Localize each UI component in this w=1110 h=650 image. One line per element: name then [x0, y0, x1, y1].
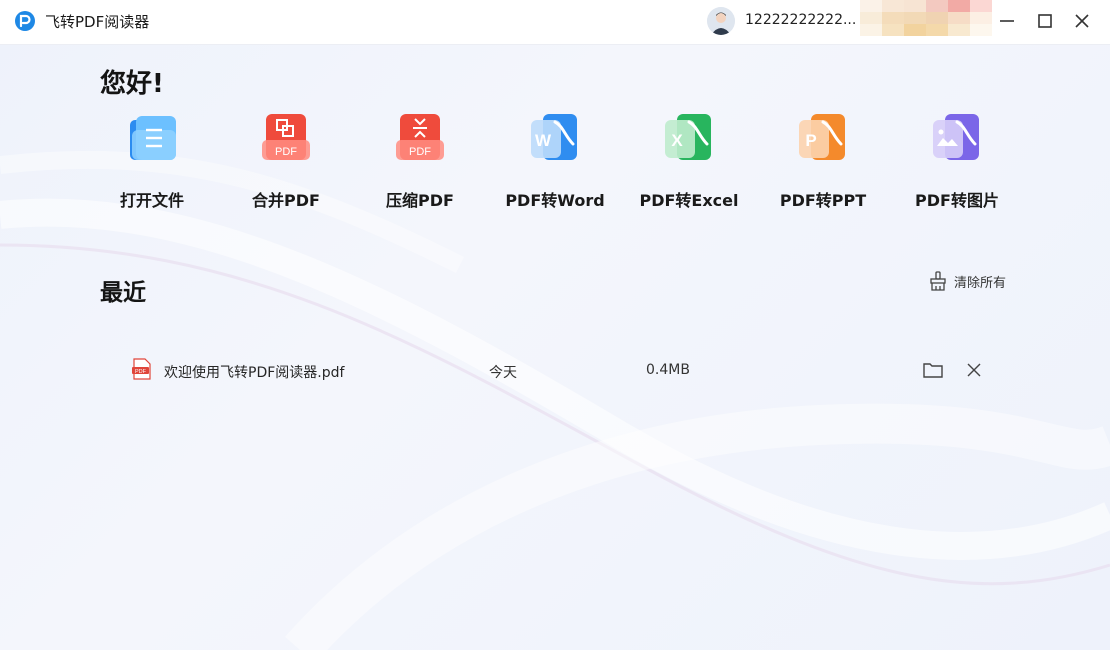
tool-label: PDF转图片	[915, 191, 999, 210]
tool-label: 合并PDF	[252, 191, 320, 210]
tool-pdf-to-image[interactable]: PDF转图片	[897, 102, 1017, 217]
svg-text:PDF: PDF	[135, 369, 147, 375]
app-title: 飞转PDF阅读器	[45, 13, 150, 31]
broom-icon	[930, 271, 946, 291]
maximize-button[interactable]	[1035, 11, 1055, 31]
user-avatar-icon	[707, 7, 735, 35]
redacted-area	[860, 0, 992, 36]
recent-title: 最近	[100, 280, 146, 306]
svg-text:PDF: PDF	[275, 146, 297, 158]
greeting: 您好!	[100, 69, 164, 99]
tool-pdf-to-excel[interactable]: X PDF转Excel	[629, 102, 749, 217]
app-logo-icon	[15, 11, 35, 31]
compress-pdf-icon: PDF	[396, 114, 444, 160]
tool-compress-pdf[interactable]: PDF 压缩PDF	[360, 102, 480, 217]
tools-row: 打开文件 PDF 合并PDF PDF 压缩PDF W PDF转Word X PD…	[100, 102, 1030, 222]
username[interactable]: 12222222222...	[745, 12, 856, 28]
tool-label: PDF转Excel	[639, 191, 739, 210]
tool-label: 打开文件	[119, 191, 184, 210]
open-folder-icon[interactable]	[922, 360, 944, 380]
excel-convert-icon: X	[665, 114, 711, 160]
avatar[interactable]	[707, 7, 735, 35]
svg-text:P: P	[805, 131, 816, 150]
file-name: 欢迎使用飞转PDF阅读器.pdf	[164, 365, 345, 381]
pdf-file-icon: PDF	[132, 358, 151, 380]
title-bar: 飞转PDF阅读器 12222222222...	[0, 0, 1110, 45]
file-size: 0.4MB	[646, 362, 690, 378]
ppt-convert-icon: P	[799, 114, 845, 160]
tool-label: PDF转PPT	[779, 191, 867, 210]
remove-file-icon[interactable]	[965, 361, 983, 379]
tool-merge-pdf[interactable]: PDF 合并PDF	[226, 102, 346, 217]
word-convert-icon: W	[531, 114, 577, 160]
minimize-button[interactable]	[997, 11, 1017, 31]
svg-text:W: W	[535, 131, 552, 150]
svg-text:PDF: PDF	[409, 146, 431, 158]
tool-pdf-to-ppt[interactable]: P PDF转PPT	[763, 102, 883, 217]
clear-all-label: 清除所有	[954, 276, 1007, 291]
file-date: 今天	[489, 365, 517, 381]
image-convert-icon	[933, 114, 979, 160]
tool-pdf-to-word[interactable]: W PDF转Word	[495, 102, 615, 217]
merge-pdf-icon: PDF	[262, 114, 310, 160]
tool-open-file[interactable]: 打开文件	[92, 102, 212, 217]
tool-label: PDF转Word	[505, 191, 605, 210]
svg-text:X: X	[671, 131, 683, 150]
close-button[interactable]	[1072, 11, 1092, 31]
recent-file-row[interactable]: PDF 欢迎使用飞转PDF阅读器.pdf 今天 0.4MB	[120, 352, 1000, 390]
tool-label: 压缩PDF	[386, 191, 454, 210]
folder-open-icon	[130, 116, 176, 160]
